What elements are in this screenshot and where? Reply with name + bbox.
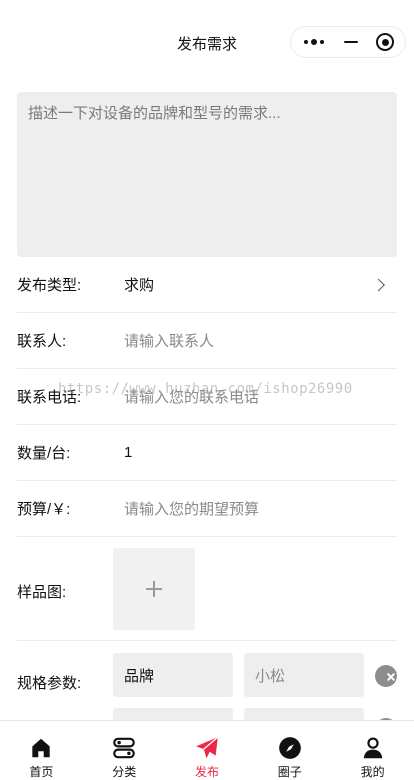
tab-home[interactable]: 首页 [0, 721, 83, 780]
close-miniprogram-button[interactable] [366, 26, 405, 58]
sample-image-row: 样品图: [17, 537, 397, 641]
phone-row: 联系电话: 请输入您的联系电话 [17, 369, 397, 425]
quantity-input[interactable]: 1 [124, 444, 132, 461]
description-placeholder: 描述一下对设备的品牌和型号的需求... [28, 105, 281, 122]
tab-bar: 首页 分类 发布 圈子 我的 [0, 720, 414, 780]
quantity-label: 数量/台: [17, 445, 71, 462]
publish-type-row[interactable]: 发布类型: 求购 [17, 257, 397, 313]
tab-category-label: 分类 [112, 765, 137, 779]
watermark: https://www.huzhan.com/ishop26990 [58, 381, 353, 397]
tab-category[interactable]: 分类 [83, 721, 166, 780]
compass-icon [278, 737, 301, 759]
tab-mine-label: 我的 [360, 765, 385, 779]
publish-type-label: 发布类型: [17, 277, 82, 294]
home-icon [32, 738, 51, 758]
publish-type-value: 求购 [124, 277, 155, 294]
contact-label: 联系人: [17, 333, 67, 350]
spec-key-input[interactable]: 品牌 [113, 653, 233, 697]
sample-image-label: 样品图: [17, 584, 67, 601]
chevron-right-icon [372, 278, 385, 291]
mini-program-capsule [290, 26, 406, 58]
spec-params-label: 规格参数: [17, 675, 82, 692]
contact-input[interactable]: 请输入联系人 [124, 330, 214, 351]
contact-row: 联系人: 请输入联系人 [17, 313, 397, 369]
quantity-row: 数量/台: 1 [17, 425, 397, 481]
more-button[interactable] [291, 26, 336, 58]
budget-row: 预算/￥: 请输入您的期望预算 [17, 481, 397, 537]
budget-input[interactable]: 请输入您的期望预算 [124, 498, 259, 519]
tab-circle-label: 圈子 [277, 765, 302, 779]
tab-publish-label: 发布 [194, 765, 219, 779]
tab-publish[interactable]: 发布 [166, 721, 249, 780]
delete-spec-button[interactable] [375, 665, 397, 687]
more-dots-icon [303, 39, 324, 45]
budget-label: 预算/￥: [17, 501, 71, 518]
upload-image-button[interactable] [113, 548, 195, 630]
minimize-button[interactable] [336, 26, 365, 58]
description-textarea[interactable]: 描述一下对设备的品牌和型号的需求... [17, 92, 397, 257]
tab-home-label: 首页 [29, 765, 54, 779]
minimize-icon [343, 40, 358, 44]
navigation-bar: 发布需求 [0, 0, 414, 84]
target-icon [376, 33, 395, 51]
user-icon [363, 737, 382, 759]
category-icon [113, 737, 136, 759]
paper-plane-icon [196, 736, 219, 759]
tab-circle[interactable]: 圈子 [248, 721, 331, 780]
tab-mine[interactable]: 我的 [331, 721, 414, 780]
spec-value-input[interactable]: 小松 [244, 653, 364, 697]
